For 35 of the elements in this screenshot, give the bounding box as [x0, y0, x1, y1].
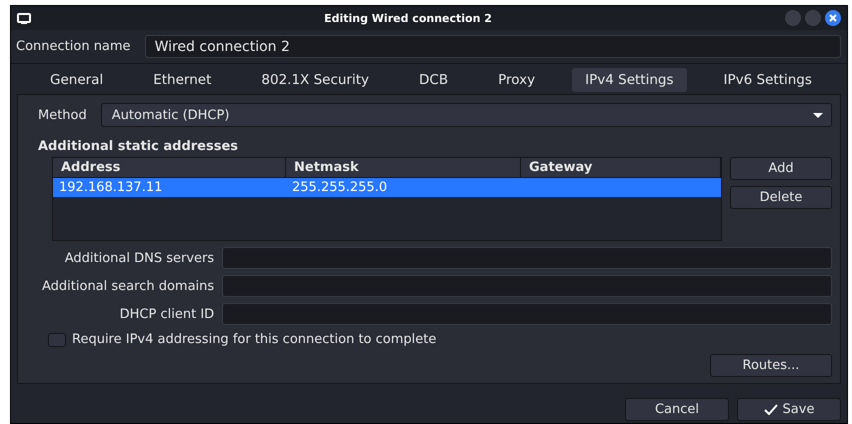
- method-label: Method: [38, 108, 87, 122]
- table-button[interactable]: Add: [730, 157, 832, 180]
- field-label: Additional DNS servers: [64, 250, 214, 266]
- minimize-button[interactable]: [785, 10, 801, 26]
- tab[interactable]: Proxy: [485, 68, 548, 92]
- monitor-icon: [17, 12, 31, 24]
- tab[interactable]: DCB: [406, 68, 462, 92]
- window-title: Editing Wired connection 2: [323, 12, 493, 24]
- routes-button[interactable]: Routes...: [710, 354, 832, 377]
- dialog-button[interactable]: Save: [737, 398, 841, 421]
- table-cell-text: 192.168.137.11: [58, 180, 164, 195]
- close-button[interactable]: [825, 10, 841, 26]
- connection-name-field[interactable]: Wired connection 2: [144, 35, 841, 58]
- input-field[interactable]: [222, 303, 832, 325]
- checkbox[interactable]: [48, 332, 66, 346]
- tab[interactable]: 802.1X Security: [248, 68, 382, 92]
- connection-name-label: Connection name: [16, 39, 131, 54]
- tab[interactable]: IPv4 Settings: [572, 68, 687, 92]
- table-row[interactable]: 192.168.137.11 255.255.255.0: [53, 178, 721, 197]
- close-icon: [829, 14, 837, 22]
- caret-icon: [813, 112, 823, 118]
- input-field[interactable]: [222, 247, 832, 269]
- tab[interactable]: IPv6 Settings: [710, 68, 825, 92]
- tab[interactable]: Ethernet: [140, 68, 224, 92]
- field-label: DHCP client ID: [118, 306, 214, 322]
- checkbox-label: Require IPv4 addressing for this connection to complete: [72, 332, 436, 347]
- table-button[interactable]: Delete: [730, 186, 832, 209]
- input-field[interactable]: [222, 275, 832, 297]
- checkmark-icon: [764, 404, 778, 415]
- tab[interactable]: General: [37, 68, 116, 92]
- table-cell-text: 255.255.255.0: [291, 180, 388, 195]
- field-label: Additional search domains: [42, 278, 214, 294]
- method-dropdown[interactable]: Automatic (DHCP): [100, 103, 832, 127]
- section-heading: Additional static addresses: [38, 139, 240, 154]
- dialog-button[interactable]: Cancel: [625, 398, 729, 421]
